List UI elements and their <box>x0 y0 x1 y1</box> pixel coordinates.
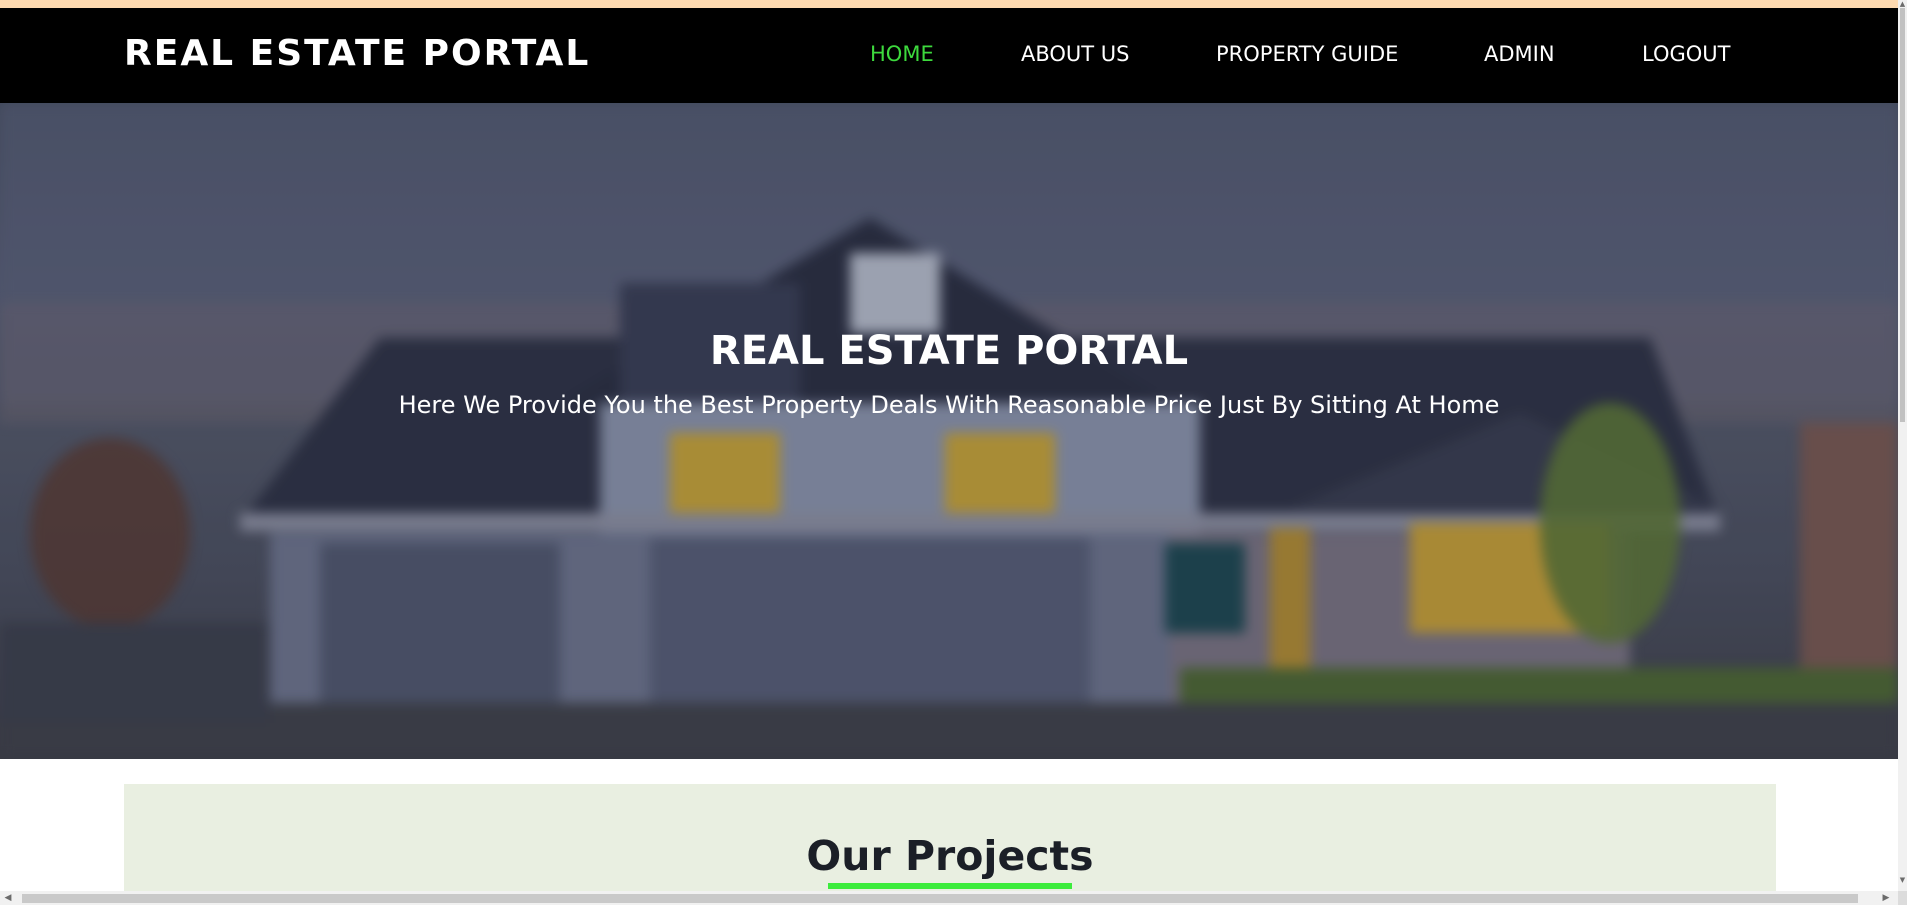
nav-logout-link[interactable]: LOGOUT <box>1642 44 1730 65</box>
top-accent-strip <box>0 0 1898 8</box>
navbar: REAL ESTATE PORTAL HOME ABOUT US PROPERT… <box>0 8 1898 103</box>
nav-home-link[interactable]: HOME <box>870 44 934 65</box>
hero-subtitle: Here We Provide You the Best Property De… <box>398 391 1500 419</box>
vertical-scrollbar-thumb[interactable] <box>1900 8 1905 422</box>
projects-heading: Our Projects <box>806 832 1094 880</box>
scroll-left-arrow-icon[interactable]: ◀ <box>0 891 16 905</box>
scroll-down-arrow-icon[interactable]: ▼ <box>1898 876 1907 884</box>
nav-property-guide-link[interactable]: PROPERTY GUIDE <box>1216 44 1398 65</box>
scrollbar-corner <box>1898 891 1907 905</box>
vertical-scrollbar[interactable]: ▲ ▼ <box>1898 0 1907 891</box>
scroll-up-arrow-icon[interactable]: ▲ <box>1898 0 1907 8</box>
projects-section: Our Projects <box>124 784 1776 905</box>
scroll-right-arrow-icon[interactable]: ▶ <box>1878 891 1894 905</box>
hero-title: REAL ESTATE PORTAL <box>709 328 1189 374</box>
site-brand[interactable]: REAL ESTATE PORTAL <box>124 36 590 72</box>
nav-admin-link[interactable]: ADMIN <box>1484 44 1555 65</box>
hero-banner: REAL ESTATE PORTAL Here We Provide You t… <box>0 103 1898 759</box>
horizontal-scrollbar-thumb[interactable] <box>22 894 1858 903</box>
projects-heading-underline <box>828 883 1072 889</box>
horizontal-scrollbar[interactable]: ◀ ▶ <box>0 891 1898 905</box>
hero-overlay <box>0 103 1898 759</box>
nav-about-us-link[interactable]: ABOUT US <box>1021 44 1130 65</box>
